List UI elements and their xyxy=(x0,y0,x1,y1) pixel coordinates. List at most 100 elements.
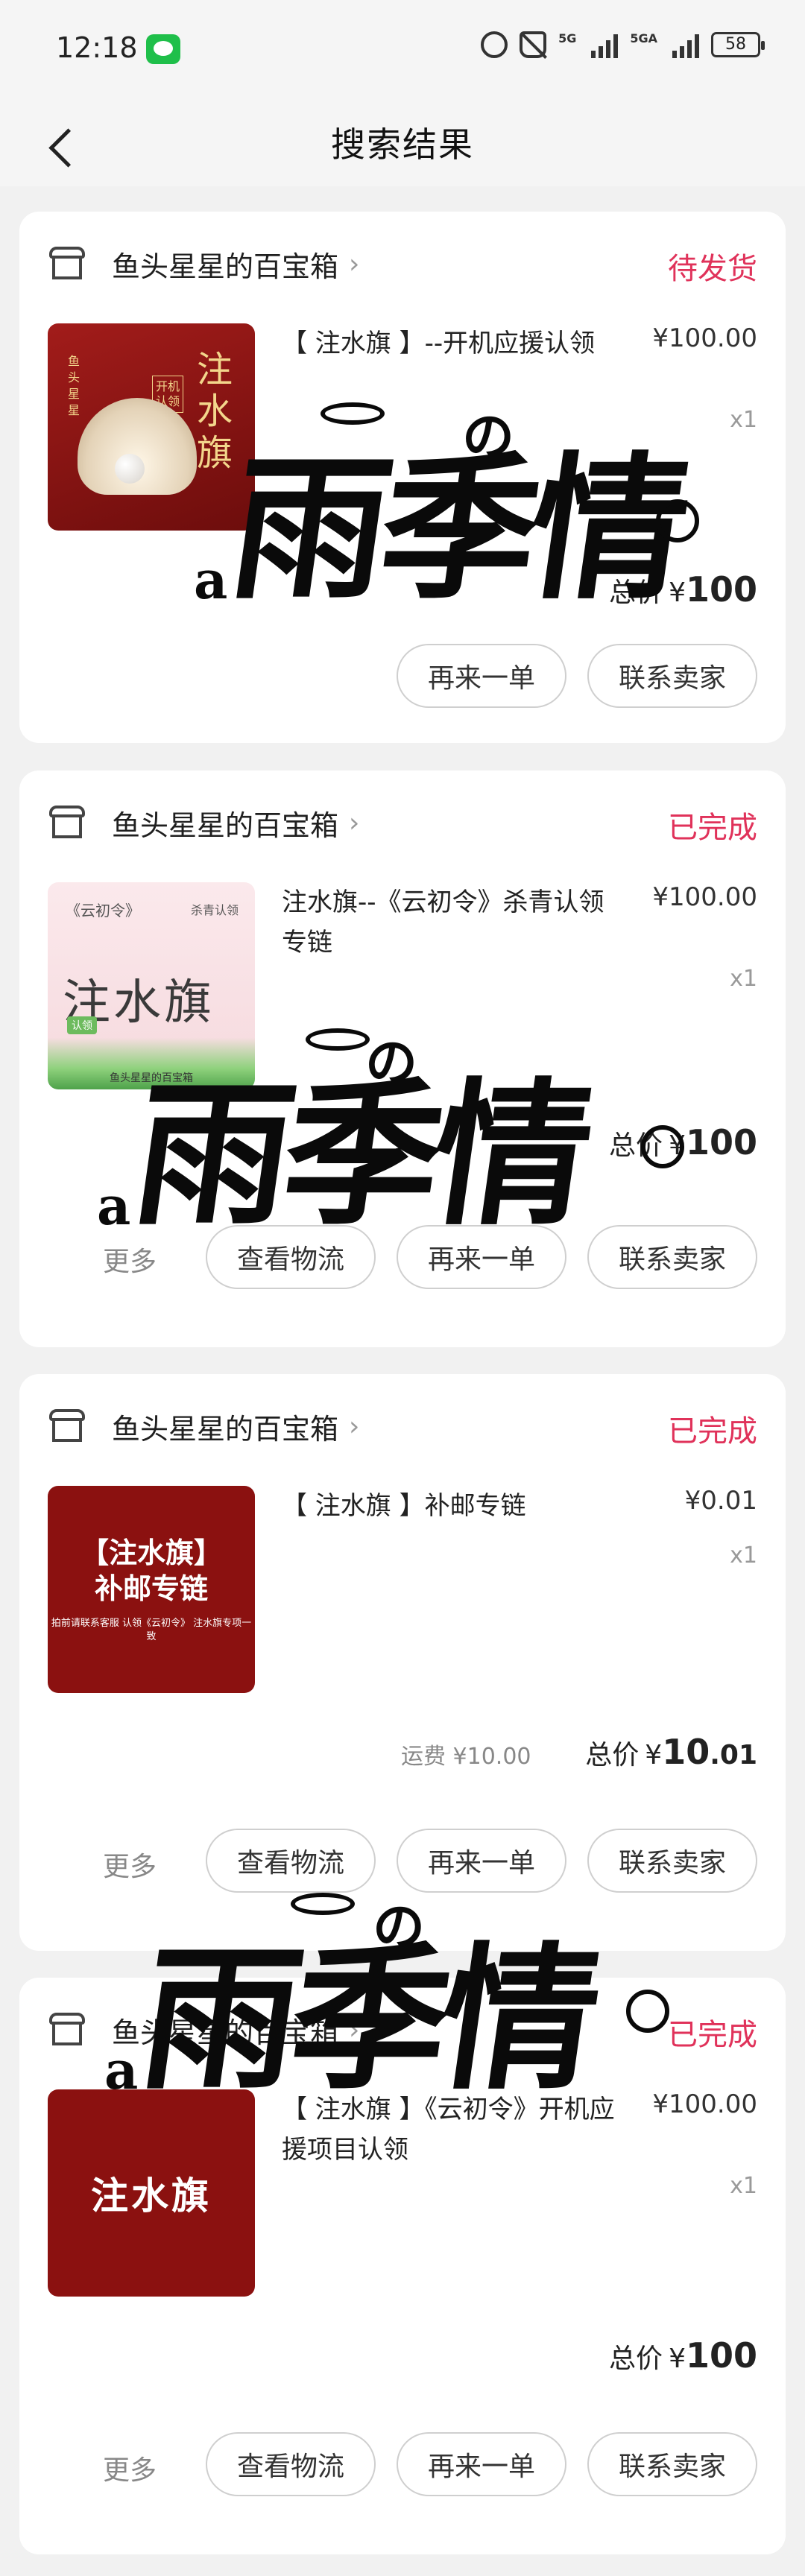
reorder-button[interactable]: 再来一单 xyxy=(397,2432,566,2496)
product-quantity: x1 xyxy=(730,407,757,433)
title-bar: 搜索结果 xyxy=(0,104,805,186)
alarm-icon xyxy=(481,31,508,58)
shipping-fee: 运费 ¥10.00 xyxy=(401,1744,531,1770)
product-thumbnail[interactable]: 鱼头星星 开机认领 注水旗 xyxy=(48,323,255,531)
shop-icon xyxy=(48,247,86,281)
status-bar: 12:18 5G 5GA 58 xyxy=(0,0,805,104)
mute-icon xyxy=(520,31,547,58)
thumb-title: 【注水旗】 xyxy=(80,1537,222,1569)
order-actions: 再来一单 联系卖家 xyxy=(397,644,757,708)
total-label: 总价 xyxy=(585,1740,640,1770)
product-quantity: x1 xyxy=(730,966,757,992)
shop-link[interactable]: 鱼头星星的百宝箱 › xyxy=(48,1404,359,1449)
reorder-button[interactable]: 再来一单 xyxy=(397,644,566,708)
contact-seller-button[interactable]: 联系卖家 xyxy=(587,1829,757,1893)
product-price: ¥0.01 xyxy=(684,1486,757,1516)
page-title: 搜索结果 xyxy=(331,124,474,165)
shop-name: 鱼头星星的百宝箱 xyxy=(112,808,339,842)
product-quantity: x1 xyxy=(730,1542,757,1569)
order-status: 已完成 xyxy=(668,2018,757,2052)
shop-icon xyxy=(48,1409,86,1443)
contact-seller-button[interactable]: 联系卖家 xyxy=(587,1225,757,1289)
total-amount: 100 xyxy=(685,1122,757,1162)
order-actions: 查看物流 再来一单 联系卖家 xyxy=(206,1225,757,1289)
view-logistics-button[interactable]: 查看物流 xyxy=(206,2432,376,2496)
product-title[interactable]: 注水旗--《云初令》杀青认领专链 xyxy=(282,882,625,963)
product-title[interactable]: 【 注水旗 】《云初令》开机应援项目认领 xyxy=(282,2089,625,2170)
product-price: ¥100.00 xyxy=(652,323,757,353)
signal-icon-2 xyxy=(672,31,699,58)
thumb-title: 注水旗 xyxy=(91,2174,212,2218)
network-label-1: 5G xyxy=(558,31,577,45)
total-currency: ¥ xyxy=(669,2344,686,2374)
reorder-button[interactable]: 再来一单 xyxy=(397,1829,566,1893)
chevron-right-icon: › xyxy=(349,248,360,279)
order-total: 总价 ¥ 100 xyxy=(609,2335,757,2376)
thumb-drama-title: 《云初令》 xyxy=(66,902,140,920)
product-thumbnail[interactable]: 注水旗 xyxy=(48,2089,255,2297)
thumb-subtitle: 补邮专链 xyxy=(94,1572,208,1605)
total-currency: ¥ xyxy=(645,1740,663,1770)
shop-link[interactable]: 鱼头星星的百宝箱 › xyxy=(48,241,359,286)
reorder-button[interactable]: 再来一单 xyxy=(397,1225,566,1289)
pearl-illustration xyxy=(115,454,145,484)
order-total: 总价 ¥ 100 xyxy=(609,569,757,610)
product-price: ¥100.00 xyxy=(652,2089,757,2119)
network-label-2: 5GA xyxy=(630,31,657,45)
total-label: 总价 xyxy=(609,2344,663,2374)
shop-name: 鱼头星星的百宝箱 xyxy=(112,1412,339,1446)
battery-icon: 58 xyxy=(711,32,765,57)
shop-name: 鱼头星星的百宝箱 xyxy=(112,2016,339,2049)
view-logistics-button[interactable]: 查看物流 xyxy=(206,1225,376,1289)
chevron-right-icon: › xyxy=(349,1411,360,1442)
order-card[interactable]: 鱼头星星的百宝箱 › 已完成 【注水旗】 补邮专链 拍前请联系客服 认领《云初令… xyxy=(19,1374,786,1951)
product-title[interactable]: 【 注水旗 】补邮专链 xyxy=(282,1486,625,1526)
thumb-note: 拍前请联系客服 认领《云初令》 注水旗专项一致 xyxy=(51,1618,252,1642)
chevron-right-icon: › xyxy=(349,807,360,838)
order-card[interactable]: 鱼头星星的百宝箱 › 已完成 注水旗 【 注水旗 】《云初令》开机应援项目认领 … xyxy=(19,1978,786,2554)
product-quantity: x1 xyxy=(730,2173,757,2199)
order-total: 总价 ¥ 100 xyxy=(609,1122,757,1162)
thumb-badge: 认领 xyxy=(67,1016,97,1034)
order-card[interactable]: 鱼头星星的百宝箱 › 待发货 鱼头星星 开机认领 注水旗 【 注水旗 】--开机… xyxy=(19,212,786,743)
thumb-title: 注水旗 xyxy=(196,349,233,474)
order-actions: 查看物流 再来一单 联系卖家 xyxy=(206,1829,757,1893)
thumb-footer: 鱼头星星的百宝箱 xyxy=(110,1072,193,1084)
contact-seller-button[interactable]: 联系卖家 xyxy=(587,2432,757,2496)
order-status: 待发货 xyxy=(668,252,757,286)
total-currency: ¥ xyxy=(669,577,686,608)
total-label: 总价 xyxy=(609,577,663,608)
shop-link[interactable]: 鱼头星星的百宝箱 › xyxy=(48,800,359,845)
product-title[interactable]: 【 注水旗 】--开机应援认领 xyxy=(282,323,625,364)
shop-link[interactable]: 鱼头星星的百宝箱 › xyxy=(48,2007,359,2052)
order-status: 已完成 xyxy=(668,1414,757,1449)
order-actions: 查看物流 再来一单 联系卖家 xyxy=(206,2432,757,2496)
shop-icon xyxy=(48,2013,86,2047)
total-currency: ¥ xyxy=(669,1130,686,1161)
total-decimal: .01 xyxy=(710,1740,757,1770)
total-amount: 100 xyxy=(685,2335,757,2376)
signal-icon-1 xyxy=(591,31,619,58)
view-logistics-button[interactable]: 查看物流 xyxy=(206,1829,376,1893)
chevron-right-icon: › xyxy=(349,2014,360,2045)
shop-icon xyxy=(48,806,86,840)
order-status: 已完成 xyxy=(668,811,757,845)
order-card[interactable]: 鱼头星星的百宝箱 › 已完成 《云初令》 杀青认领 注水旗 认领 鱼头星星的百宝… xyxy=(19,770,786,1347)
thumb-side-text: 鱼头星星 xyxy=(67,354,80,417)
total-amount: 100 xyxy=(685,569,757,610)
order-total: 总价 ¥ 10 .01 xyxy=(585,1732,757,1772)
product-thumbnail[interactable]: 【注水旗】 补邮专链 拍前请联系客服 认领《云初令》 注水旗专项一致 xyxy=(48,1486,255,1693)
product-thumbnail[interactable]: 《云初令》 杀青认领 注水旗 认领 鱼头星星的百宝箱 xyxy=(48,882,255,1089)
product-price: ¥100.00 xyxy=(652,882,757,912)
more-button[interactable]: 更多 xyxy=(103,2449,157,2487)
wechat-icon xyxy=(146,34,180,64)
more-button[interactable]: 更多 xyxy=(103,1845,157,1884)
status-icons: 5G 5GA 58 xyxy=(481,31,765,58)
contact-seller-button[interactable]: 联系卖家 xyxy=(587,644,757,708)
total-label: 总价 xyxy=(609,1130,663,1161)
shop-name: 鱼头星星的百宝箱 xyxy=(112,250,339,283)
total-amount: 10 xyxy=(662,1732,710,1772)
thumb-tag: 杀青认领 xyxy=(190,903,239,917)
more-button[interactable]: 更多 xyxy=(103,1240,157,1279)
status-time: 12:18 xyxy=(56,31,138,64)
